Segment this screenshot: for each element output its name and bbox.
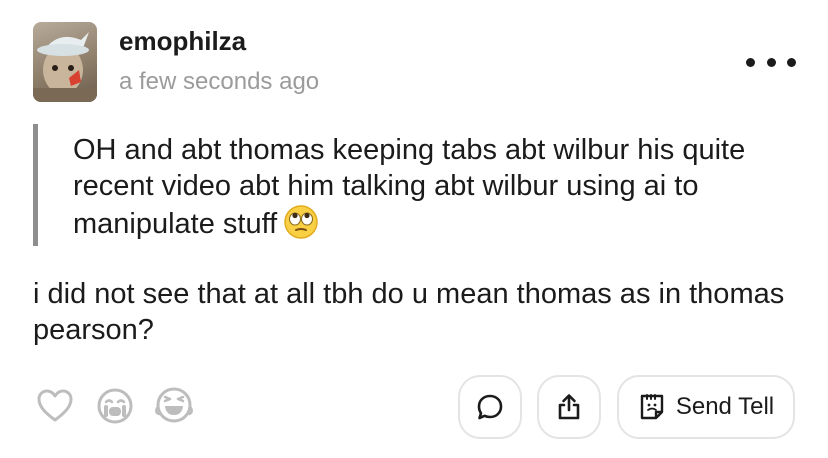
face-with-rolling-eyes-icon xyxy=(283,204,319,249)
avatar-image xyxy=(33,32,97,102)
share-icon xyxy=(558,394,580,420)
quoted-message-body: OH and abt thomas keeping tabs abt wilbu… xyxy=(73,132,793,249)
more-dots-icon xyxy=(746,57,755,67)
laughing-face-icon xyxy=(155,387,193,423)
send-tell-label: Send Tell xyxy=(675,393,775,420)
more-options-button[interactable] xyxy=(746,50,796,74)
post-timestamp: a few seconds ago xyxy=(119,68,320,95)
send-tell-button[interactable]: Send Tell xyxy=(617,375,795,439)
more-dot xyxy=(787,57,796,67)
author-name[interactable]: emophilza xyxy=(119,26,246,57)
comment-bubble-icon xyxy=(477,394,503,420)
like-button[interactable] xyxy=(36,388,74,429)
comment-button[interactable] xyxy=(458,375,522,439)
tell-note-icon xyxy=(640,394,664,420)
reply-text: i did not see that at all tbh do u mean … xyxy=(33,278,785,346)
crying-face-icon xyxy=(97,388,133,424)
heart-icon xyxy=(37,389,73,422)
share-button[interactable] xyxy=(537,375,601,439)
more-dot xyxy=(766,57,776,67)
cry-reaction-button[interactable] xyxy=(96,387,134,430)
laugh-reaction-button[interactable] xyxy=(154,386,194,429)
quoted-message-text: OH and abt thomas keeping tabs abt wilbu… xyxy=(73,134,746,240)
quoted-message: OH and abt thomas keeping tabs abt wilbu… xyxy=(33,124,783,246)
avatar[interactable] xyxy=(33,22,97,102)
